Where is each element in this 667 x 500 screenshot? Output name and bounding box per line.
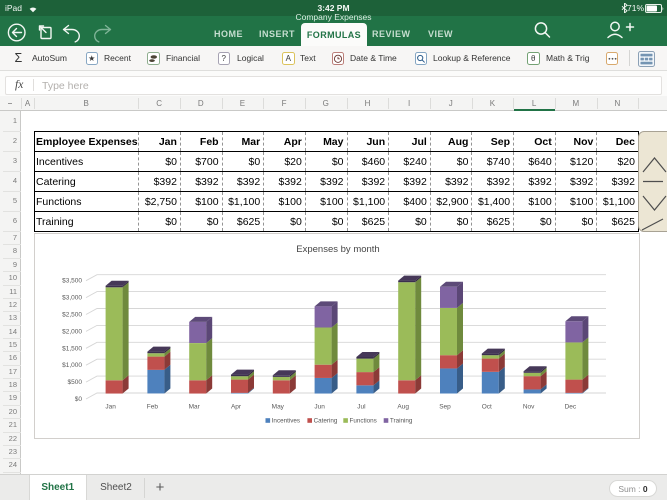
- svg-text:$3,000: $3,000: [62, 294, 82, 301]
- svg-text:$2,000: $2,000: [62, 328, 82, 335]
- svg-text:Jan: Jan: [105, 403, 116, 410]
- svg-text:Training: Training: [390, 417, 413, 424]
- svg-text:$500: $500: [68, 379, 83, 386]
- svg-text:$1,000: $1,000: [62, 362, 82, 369]
- svg-text:$2,500: $2,500: [62, 311, 82, 318]
- svg-text:Functions: Functions: [350, 417, 377, 424]
- svg-text:Nov: Nov: [523, 403, 535, 410]
- svg-text:Mar: Mar: [189, 403, 201, 410]
- svg-text:Incentives: Incentives: [272, 417, 300, 424]
- svg-text:Dec: Dec: [565, 403, 577, 410]
- svg-text:$1,500: $1,500: [62, 345, 82, 352]
- svg-text:Catering: Catering: [314, 417, 338, 424]
- svg-text:$3,500: $3,500: [62, 277, 82, 284]
- svg-text:Apr: Apr: [231, 403, 242, 410]
- svg-text:$0: $0: [75, 396, 83, 403]
- svg-text:Aug: Aug: [397, 403, 409, 410]
- svg-text:Jul: Jul: [357, 403, 366, 410]
- svg-text:May: May: [272, 403, 285, 410]
- svg-text:Feb: Feb: [147, 403, 159, 410]
- svg-text:Expenses by month: Expenses by month: [296, 244, 379, 255]
- svg-text:Jun: Jun: [314, 403, 325, 410]
- svg-text:Oct: Oct: [482, 403, 492, 410]
- svg-text:Sep: Sep: [439, 403, 451, 410]
